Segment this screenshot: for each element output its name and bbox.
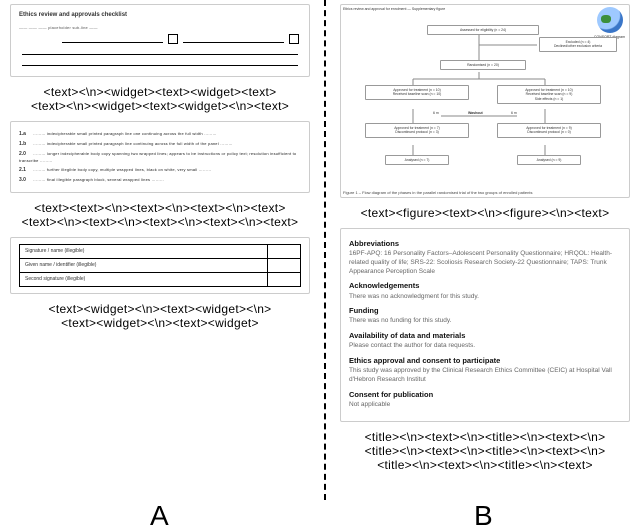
list-item: 2.0……… longer indecipherable body copy s… — [19, 151, 301, 164]
node-text: Side effects (n = 1) — [535, 97, 564, 101]
panel-a3-table: Signature / name (illegible) Given name … — [10, 237, 310, 293]
list-item: 1.a……… indecipherable small printed para… — [19, 131, 301, 138]
washout-label: Washout — [468, 111, 483, 116]
signature-table: Signature / name (illegible) Given name … — [19, 244, 301, 286]
column-label-a: A — [150, 500, 169, 526]
list-text: ……… indecipherable small printed paragra… — [33, 131, 217, 136]
node-arm-right-2: Approved for treatment (n = 9) Discontin… — [497, 123, 601, 138]
section-heading: Ethics approval and consent to participa… — [349, 356, 621, 366]
panel-a1-form: Ethics review and approvals checklist ——… — [10, 4, 310, 77]
panel-a2-textlist: 1.a……… indecipherable small printed para… — [10, 121, 310, 193]
text-underline-field — [22, 59, 298, 66]
panel-b2-declarations: Abbreviations 16PF-APQ: 16 Personality F… — [340, 228, 630, 422]
figure-caption: Figure 1 – Flow diagram of the phases in… — [343, 190, 627, 195]
list-number: 1.b — [19, 141, 33, 148]
node-text: Declined/other exclusion criteria — [554, 44, 602, 48]
panel-a1-row — [19, 48, 301, 55]
figure-root: Ethics review and approvals checklist ——… — [0, 0, 640, 526]
node-analysed-left: Analysed (n = 7) — [385, 155, 449, 165]
panel-a1-subtitle: —— —— —— placeholder sub-line —— — [19, 25, 301, 30]
list-item: 3.0……… final illegible paragraph block, … — [19, 177, 301, 184]
table-cell — [267, 272, 300, 286]
time-left: 6 m — [433, 111, 439, 116]
list-text: ……… further illegible body copy, multipl… — [33, 167, 211, 172]
caption-b1: <text><figure><text><\n><figure><\n><tex… — [340, 206, 630, 220]
node-arm-left-2: Approved for treatment (n = 7) Discontin… — [365, 123, 469, 138]
node-text: Received baseline scan (n = 10) — [393, 92, 442, 96]
list-number: 2.1 — [19, 167, 33, 174]
node-text: Discontinued protocol (n = 3) — [395, 130, 438, 134]
node-excluded: Excluded (n = 4) Declined/other exclusio… — [539, 37, 617, 52]
table-cell: Given name / identifier (illegible) — [20, 259, 268, 273]
section-body: 16PF-APQ: 16 Personality Factors–Adolesc… — [349, 250, 621, 276]
section-heading: Consent for publication — [349, 390, 621, 400]
section-heading: Abbreviations — [349, 239, 621, 249]
column-label-b: B — [474, 500, 493, 526]
node-randomised: Randomised (n = 20) — [440, 60, 526, 70]
column-divider — [324, 0, 326, 500]
section-heading: Availability of data and materials — [349, 331, 621, 341]
column-a: Ethics review and approvals checklist ——… — [10, 4, 310, 500]
field-label — [19, 36, 59, 43]
panel-a1-row — [19, 59, 301, 66]
panel-b1-flowchart: Ethics review and approval for enrolment… — [340, 4, 630, 198]
caption-a2: <text><text><\n><text><\n><text><\n><tex… — [10, 201, 310, 229]
list-text: ……… longer indecipherable body copy span… — [19, 151, 296, 163]
list-item: 2.1……… further illegible body copy, mult… — [19, 167, 301, 174]
table-cell: Second signature (illegible) — [20, 272, 268, 286]
text-underline-field — [62, 36, 163, 43]
list-text: ……… indecipherable small printed paragra… — [33, 141, 233, 146]
section-body: Not applicable — [349, 401, 621, 410]
section-heading: Funding — [349, 306, 621, 316]
caption-b2: <title><\n><text><\n><title><\n><text><\… — [340, 430, 630, 472]
list-text: ……… final illegible paragraph block, sev… — [33, 177, 164, 182]
panel-a1-row — [19, 34, 301, 44]
section-body: This study was approved by the Clinical … — [349, 367, 621, 385]
node-text: Discontinued protocol (n = 0) — [527, 130, 570, 134]
list-number: 2.0 — [19, 151, 33, 158]
column-b: Ethics review and approval for enrolment… — [340, 4, 630, 500]
checkbox-icon — [289, 34, 299, 44]
section-body: There was no acknowledgment for this stu… — [349, 293, 621, 302]
table-cell — [267, 245, 300, 259]
node-arm-right-1: Approved for treatment (n = 10) Received… — [497, 85, 601, 104]
table-row: Second signature (illegible) — [20, 272, 301, 286]
caption-a3: <text><widget><\n><text><widget><\n> <te… — [10, 302, 310, 330]
section-body: Please contact the author for data reque… — [349, 342, 621, 351]
node-arm-left-1: Approved for treatment (n = 10) Received… — [365, 85, 469, 100]
table-cell: Signature / name (illegible) — [20, 245, 268, 259]
section-body: There was no funding for this study. — [349, 317, 621, 326]
table-row: Signature / name (illegible) — [20, 245, 301, 259]
caption-a1: <text><\n><widget><text><widget><text> <… — [10, 85, 310, 113]
node-assessed: Assessed for eligibility (n = 24) — [427, 25, 539, 35]
checkbox-icon — [168, 34, 178, 44]
table-row: Given name / identifier (illegible) — [20, 259, 301, 273]
text-underline-field — [183, 36, 284, 43]
list-number: 1.a — [19, 131, 33, 138]
panel-a1-title: Ethics review and approvals checklist — [19, 11, 301, 19]
list-item: 1.b……… indecipherable small printed para… — [19, 141, 301, 148]
text-underline-field — [22, 48, 298, 55]
list-number: 3.0 — [19, 177, 33, 184]
node-analysed-right: Analysed (n = 9) — [517, 155, 581, 165]
table-cell — [267, 259, 300, 273]
time-right: 6 m — [511, 111, 517, 116]
section-heading: Acknowledgements — [349, 281, 621, 291]
